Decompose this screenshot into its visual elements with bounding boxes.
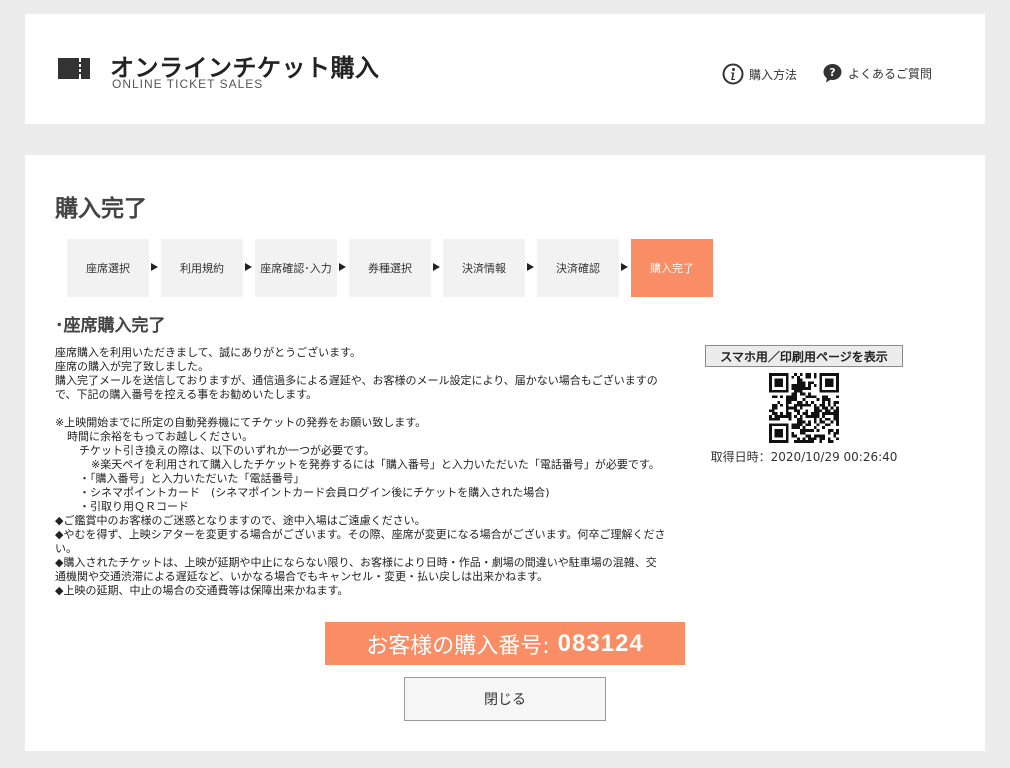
svg-text:?: ?	[829, 66, 835, 79]
notice-line: 座席購入を利用いただきまして、誠にありがとうございます。	[55, 346, 362, 359]
ticket-icon	[58, 58, 90, 83]
step-arrow-icon	[339, 263, 346, 271]
faq-label: よくあるご質問	[848, 67, 933, 81]
how-to-buy-link[interactable]: 購入方法	[722, 63, 797, 85]
step-arrow-icon	[621, 263, 628, 271]
step-arrow-icon	[245, 263, 252, 271]
notice-line: ・「購入番号」と入力いただいた「電話番号」	[79, 472, 305, 485]
step-arrow-icon	[151, 263, 158, 271]
step-complete: 購入完了	[631, 239, 713, 297]
retrieved-timestamp: 取得日時：2020/10/29 00:26:40	[710, 450, 898, 464]
main-panel: 購入完了 座席選択 利用規約 座席確認･入力 券種選択 決済情報 決済確認 購入…	[25, 155, 985, 751]
notice-line: 座席の購入が完了致しました。	[55, 360, 209, 373]
notice-line: 時間に余裕をもってお越しください。	[67, 430, 254, 443]
notice-line: ※楽天ペイを利用されて購入したチケットを発券するには「購入番号」と入力いただいた…	[91, 458, 660, 471]
step-arrow-icon	[433, 263, 440, 271]
info-circle-icon	[722, 63, 744, 85]
how-to-buy-label: 購入方法	[749, 67, 798, 82]
notice-line: ◆やむを得ず、上映シアターを変更する場合がございます。その際、座席が変更になる場…	[55, 528, 666, 555]
site-subtitle: ONLINE TICKET SALES	[112, 77, 264, 91]
step-seat-selection: 座席選択	[67, 239, 149, 297]
header: オンラインチケット購入 ONLINE TICKET SALES 購入方法 ? よ…	[25, 14, 985, 124]
notice-line: ※上映開始までに所定の自動発券機にてチケットの発券をお願い致します。	[55, 416, 427, 429]
page-title: 購入完了	[55, 196, 147, 222]
purchase-number-label: お客様の購入番号:	[366, 633, 550, 659]
close-button[interactable]: 閉じる	[404, 677, 606, 721]
notice-blank-line	[55, 402, 667, 416]
qr-code	[769, 373, 839, 443]
section-heading: ･座席購入完了	[55, 316, 166, 336]
notice-line: ◆購入されたチケットは、上映が延期や中止にならない限り、お客様により日時・作品・…	[55, 556, 657, 583]
step-ticket-type: 券種選択	[349, 239, 431, 297]
step-seat-confirm: 座席確認･入力	[255, 239, 337, 297]
show-mobile-print-page-button[interactable]: スマホ用／印刷用ページを表示	[705, 345, 903, 367]
purchase-number-banner: お客様の購入番号: 083124	[325, 622, 685, 665]
notice-line: ・シネマポイントカード (シネマポイントカード会員ログイン後にチケットを購入され…	[79, 486, 550, 499]
question-bubble-icon: ?	[822, 63, 843, 84]
notice-line: 購入完了メールを送信しておりますが、通信過多による遅延や、お客様のメール設定によ…	[55, 374, 658, 401]
notice-line: ◆ご鑑賞中のお客様のご迷惑となりますので、途中入場はご遠慮ください。	[55, 514, 426, 527]
step-payment-confirm: 決済確認	[537, 239, 619, 297]
notice-line: ◆上映の延期、中止の場合の交通費等は保障出来かねます。	[55, 584, 349, 597]
notice-line: ・引取り用ＱＲコード	[79, 500, 189, 513]
step-payment-info: 決済情報	[443, 239, 525, 297]
notice-line: チケット引き換えの際は、以下のいずれか一つが必要です。	[79, 444, 375, 457]
step-terms: 利用規約	[161, 239, 243, 297]
faq-link[interactable]: ? よくあるご質問	[822, 63, 932, 84]
purchase-number: 083124	[557, 629, 644, 657]
notice-text: 座席購入を利用いただきまして、誠にありがとうございます。 座席の購入が完了致しま…	[55, 346, 667, 598]
step-arrow-icon	[527, 263, 534, 271]
